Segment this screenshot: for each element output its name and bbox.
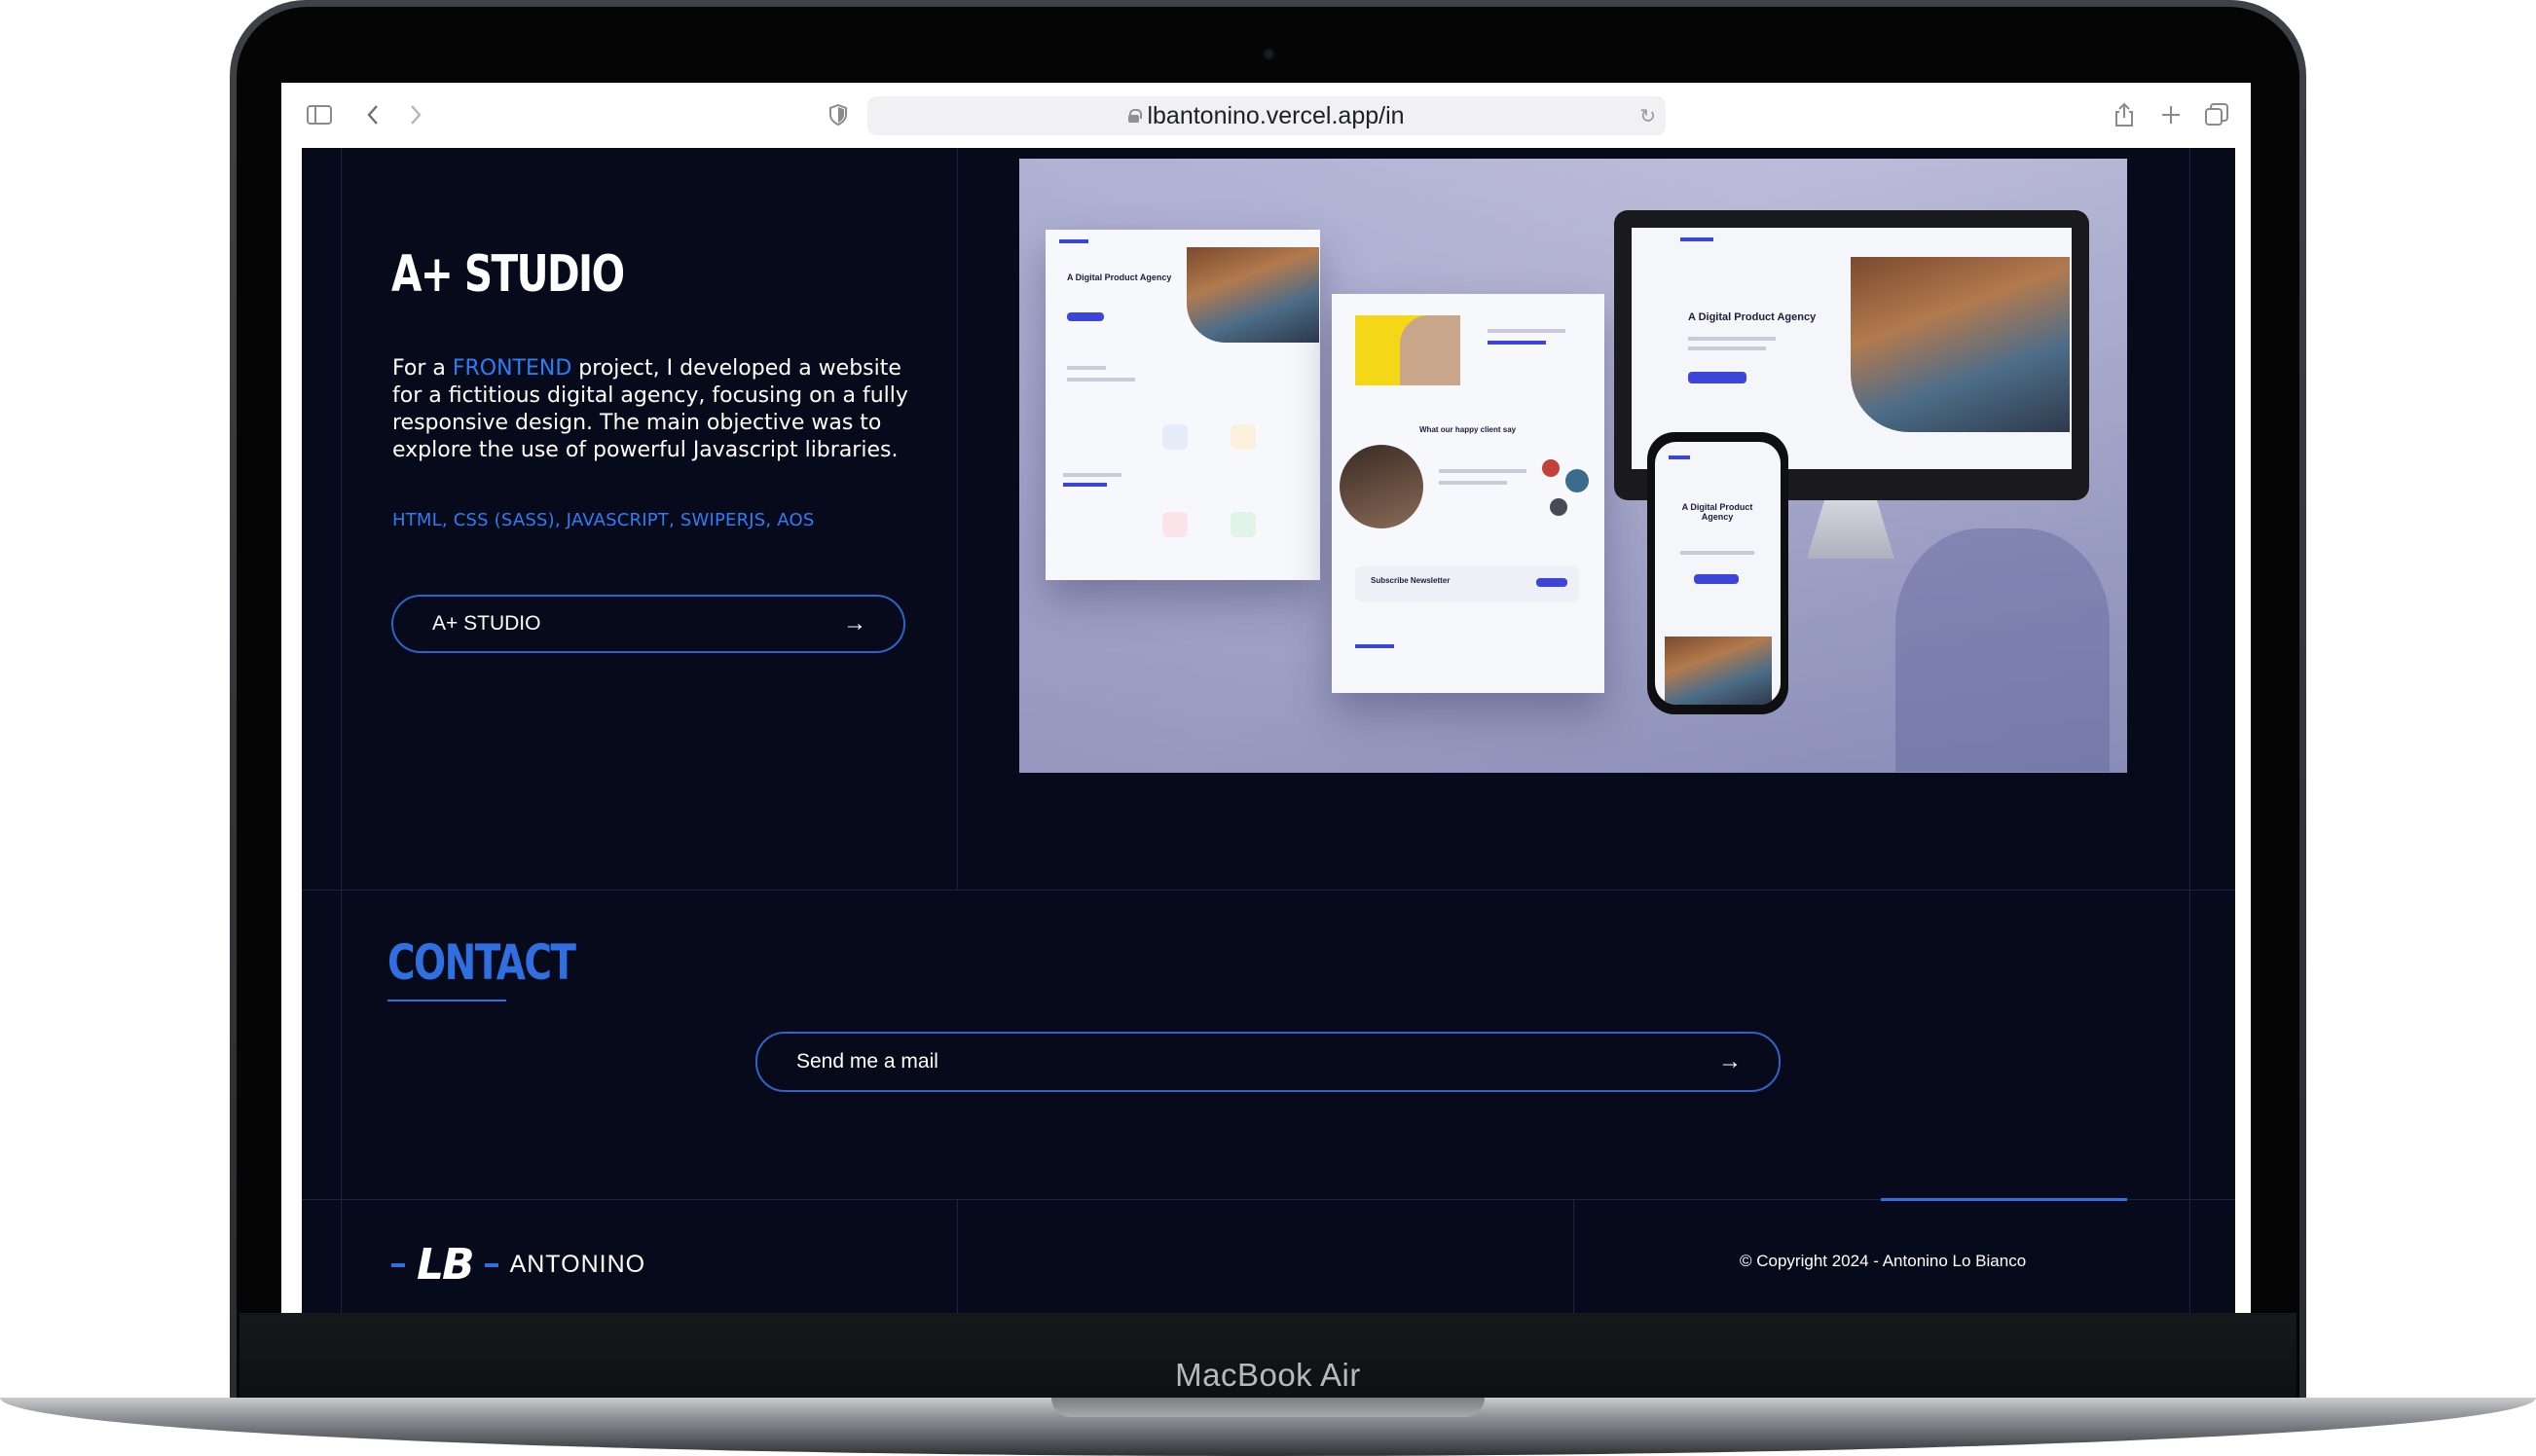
address-url: lbantonino.vercel.app/in (1147, 101, 1405, 129)
back-icon[interactable] (361, 100, 385, 129)
project-title: A+ STUDIO (391, 245, 625, 304)
preview-person-silhouette (1895, 528, 2110, 772)
logo-mark: LB (417, 1240, 475, 1290)
mock-phone: A Digital Product Agency (1647, 432, 1788, 714)
mock-line (1063, 473, 1121, 477)
arrow-right-icon: → (1718, 1048, 1742, 1074)
mock-newsletter-label: Subscribe Newsletter (1371, 576, 1451, 585)
project-preview-image[interactable]: A Digital Product Agency What our happy … (1019, 159, 2127, 773)
mock-avatar-cluster (1536, 450, 1593, 518)
mock-line (1688, 337, 1776, 341)
arrow-right-icon: → (843, 610, 866, 637)
mock-feature-icon (1162, 424, 1188, 450)
mock-line (1439, 469, 1526, 473)
grid-line (302, 890, 2235, 891)
browser-toolbar: lbantonino.vercel.app/in ↻ (281, 83, 2251, 148)
mock-line (1680, 551, 1754, 555)
contact-title: CONTACT (387, 934, 576, 991)
contact-underline (387, 1000, 506, 1001)
project-link-button[interactable]: A+ STUDIO → (391, 595, 905, 653)
laptop-hinge-notch (1051, 1398, 1485, 1417)
mock-line (1439, 481, 1507, 485)
mock-phone-screen: A Digital Product Agency (1655, 442, 1781, 705)
mock-line (1063, 483, 1107, 487)
mock-logo (1669, 455, 1690, 459)
mock-phone-heading: A Digital Product Agency (1681, 502, 1753, 522)
sidebar-icon[interactable] (305, 100, 334, 129)
mock-logo (1059, 239, 1088, 243)
lock-icon (1128, 109, 1143, 123)
project-tech-stack: HTML, CSS (SASS), JAVASCRIPT, SWIPERJS, … (392, 510, 815, 530)
copyright-text: © Copyright 2024 - Antonino Lo Bianco (1740, 1252, 2027, 1270)
mock-line (1067, 378, 1135, 382)
project-description: For a FRONTEND project, I developed a we… (392, 355, 918, 464)
tabs-overview-icon[interactable] (2204, 100, 2229, 129)
mock-cta (1688, 372, 1746, 383)
description-highlight: FRONTEND (452, 356, 572, 381)
description-prefix: For a (392, 356, 453, 381)
mock-line (1488, 329, 1565, 333)
camera (1263, 48, 1275, 60)
mock-photo (1665, 637, 1772, 705)
new-tab-icon[interactable] (2158, 100, 2184, 129)
mock-heading: A Digital Product Agency (1067, 273, 1172, 282)
mock-feature-icon (1231, 424, 1256, 450)
address-bar[interactable]: lbantonino.vercel.app/in ↻ (867, 96, 1666, 135)
logo-dash (391, 1262, 405, 1267)
mock-subscribe-button (1536, 578, 1567, 587)
mock-logo (1680, 237, 1713, 241)
screen: lbantonino.vercel.app/in ↻ A+ STUDIO For… (281, 83, 2251, 1313)
reload-icon[interactable]: ↻ (1639, 104, 1656, 128)
mock-line (1067, 366, 1106, 370)
logo-name: ANTONINO (509, 1251, 646, 1278)
footer-accent-line (1881, 1198, 2127, 1201)
site-logo[interactable]: LB ANTONINO (391, 1240, 645, 1290)
send-mail-button[interactable]: Send me a mail → (755, 1032, 1781, 1092)
mock-testimonial-heading: What our happy client say (1419, 425, 1517, 434)
project-link-label: A+ STUDIO (432, 612, 541, 635)
forward-icon[interactable] (404, 100, 427, 129)
mock-feature-icon (1231, 512, 1256, 537)
grid-line (2189, 148, 2190, 1313)
web-page: A+ STUDIO For a FRONTEND project, I deve… (302, 148, 2235, 1313)
mock-page-left: A Digital Product Agency (1046, 230, 1320, 580)
share-icon[interactable] (2112, 100, 2137, 129)
shield-icon[interactable] (827, 100, 850, 129)
mock-cta (1694, 574, 1739, 584)
mock-line (1688, 346, 1766, 350)
mock-photo (1187, 247, 1319, 343)
logo-dash (484, 1262, 498, 1267)
mock-cta (1067, 312, 1104, 321)
grid-line (1573, 1199, 1574, 1313)
mock-imac-heading: A Digital Product Agency (1688, 311, 1817, 323)
mock-face-thumbnail (1400, 315, 1460, 385)
mock-line (1355, 644, 1394, 648)
grid-line (341, 148, 342, 1313)
grid-line (957, 1199, 958, 1313)
send-mail-label: Send me a mail (796, 1050, 938, 1073)
mock-feature-icon (1162, 512, 1188, 537)
mock-line (1488, 341, 1546, 345)
grid-line (957, 148, 958, 890)
mock-page-middle: What our happy client say Subscribe News… (1332, 294, 1604, 693)
mock-avatar (1340, 445, 1423, 528)
device-label: MacBook Air (1175, 1357, 1361, 1393)
mock-photo (1851, 257, 2070, 432)
